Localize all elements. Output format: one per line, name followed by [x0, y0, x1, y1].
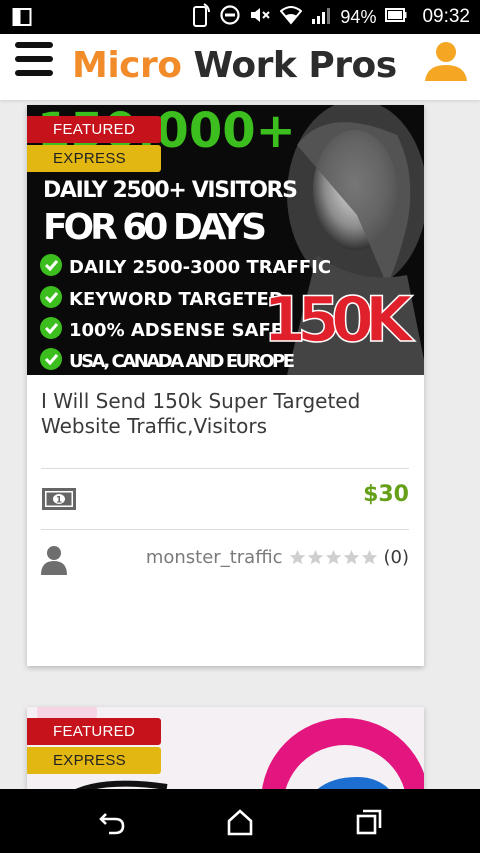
- seller-info: monster_traffic (0): [146, 545, 409, 569]
- wifi-icon: [280, 5, 303, 30]
- device-orientation-icon: [12, 7, 32, 32]
- clock: 09:32: [422, 6, 470, 27]
- image-tag: 150K: [263, 283, 415, 356]
- seller-name[interactable]: monster_traffic: [146, 547, 283, 568]
- featured-badge: FEATURED: [27, 718, 161, 745]
- system-nav-bar: [0, 789, 480, 853]
- divider: [41, 529, 409, 530]
- logo-word-micro: Micro: [72, 44, 182, 86]
- star-icon: [307, 549, 323, 564]
- star-icon: [361, 549, 377, 564]
- do-not-disturb-icon: [220, 4, 241, 30]
- gig-thumbnail[interactable]: 150,000+ DAILY 2500+ VISITORS FOR 60 DAY…: [27, 105, 424, 375]
- battery-percent: 94%: [340, 6, 377, 27]
- star-icon: [325, 549, 341, 564]
- featured-badge: FEATURED: [27, 116, 161, 143]
- nfc-phone-icon: [191, 2, 211, 32]
- money-icon: 1: [41, 487, 77, 516]
- image-bullet: DAILY 2500-3000 TRAFFIC: [69, 257, 331, 278]
- gig-price: $30: [363, 482, 409, 507]
- rating-stars: [289, 549, 378, 566]
- gig-card[interactable]: 150,000+ DAILY 2500+ VISITORS FOR 60 DAY…: [27, 105, 424, 666]
- star-icon: [343, 549, 359, 564]
- image-bullet: USA, CANADA AND EUROPE: [69, 351, 295, 372]
- site-logo[interactable]: Micro Work Pros: [72, 42, 397, 88]
- express-badge: EXPRESS: [27, 747, 161, 774]
- logo-word-pros: Pros: [308, 44, 397, 86]
- user-icon[interactable]: [422, 38, 470, 86]
- gig-title[interactable]: I Will Send 150k Super Targeted Website …: [41, 389, 401, 439]
- logo-word-work: Work: [193, 44, 297, 86]
- express-badge: EXPRESS: [27, 145, 161, 172]
- app-header: Micro Work Pros: [0, 34, 480, 100]
- divider: [41, 468, 409, 469]
- menu-icon[interactable]: [15, 40, 55, 80]
- back-icon[interactable]: [98, 807, 128, 837]
- rating-count: (0): [383, 546, 410, 568]
- svg-text:1: 1: [56, 496, 62, 506]
- cell-signal-icon: [311, 5, 331, 30]
- recents-icon[interactable]: [354, 807, 384, 837]
- image-line2: FOR 60 DAYS: [43, 207, 267, 248]
- seller-avatar-icon: [41, 545, 67, 580]
- battery-icon: [385, 7, 407, 27]
- home-icon[interactable]: [225, 807, 255, 837]
- image-bullet: 100% ADSENSE SAFE: [69, 320, 283, 341]
- image-line1: DAILY 2500+ VISITORS: [43, 178, 298, 203]
- mute-icon: [249, 5, 271, 30]
- star-icon: [289, 549, 305, 564]
- image-bullet: KEYWORD TARGETED: [69, 289, 284, 310]
- status-bar: 94% 09:32: [0, 0, 480, 34]
